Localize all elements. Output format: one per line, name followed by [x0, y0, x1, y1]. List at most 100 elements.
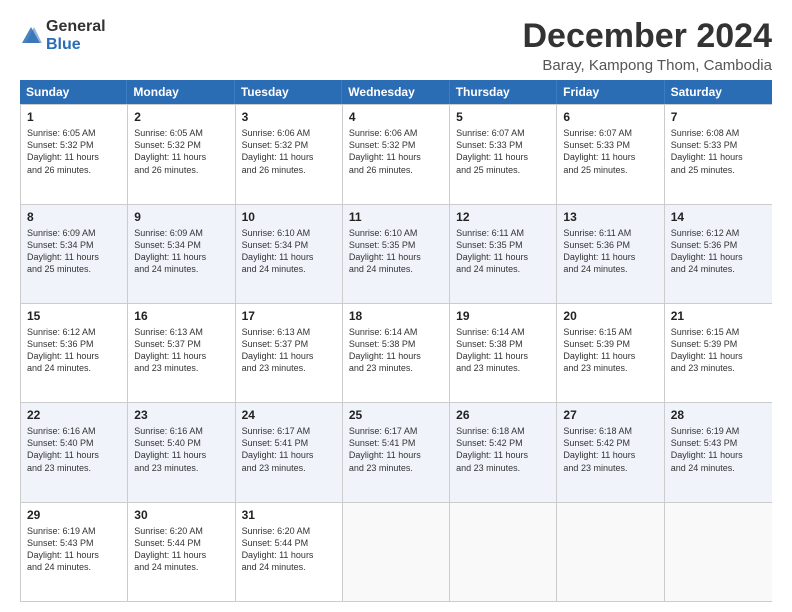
- day-number: 6: [563, 109, 657, 126]
- cal-week-5: 29Sunrise: 6:19 AMSunset: 5:43 PMDayligh…: [21, 502, 772, 601]
- cal-cell-day-28: 28Sunrise: 6:19 AMSunset: 5:43 PMDayligh…: [665, 403, 772, 501]
- cell-info: Sunrise: 6:06 AMSunset: 5:32 PMDaylight:…: [349, 127, 443, 176]
- day-number: 30: [134, 507, 228, 524]
- cell-info: Sunrise: 6:19 AMSunset: 5:43 PMDaylight:…: [671, 425, 766, 474]
- day-number: 17: [242, 308, 336, 325]
- day-number: 14: [671, 209, 766, 226]
- cal-cell-day-27: 27Sunrise: 6:18 AMSunset: 5:42 PMDayligh…: [557, 403, 664, 501]
- cell-info: Sunrise: 6:16 AMSunset: 5:40 PMDaylight:…: [134, 425, 228, 474]
- cal-cell-day-3: 3Sunrise: 6:06 AMSunset: 5:32 PMDaylight…: [236, 105, 343, 203]
- cal-cell-day-17: 17Sunrise: 6:13 AMSunset: 5:37 PMDayligh…: [236, 304, 343, 402]
- cal-cell-day-7: 7Sunrise: 6:08 AMSunset: 5:33 PMDaylight…: [665, 105, 772, 203]
- calendar-header: Sunday Monday Tuesday Wednesday Thursday…: [20, 80, 772, 104]
- cell-info: Sunrise: 6:06 AMSunset: 5:32 PMDaylight:…: [242, 127, 336, 176]
- header-monday: Monday: [127, 80, 234, 104]
- cell-info: Sunrise: 6:10 AMSunset: 5:34 PMDaylight:…: [242, 227, 336, 276]
- cell-info: Sunrise: 6:05 AMSunset: 5:32 PMDaylight:…: [134, 127, 228, 176]
- cal-cell-day-31: 31Sunrise: 6:20 AMSunset: 5:44 PMDayligh…: [236, 503, 343, 601]
- day-number: 2: [134, 109, 228, 126]
- cell-info: Sunrise: 6:11 AMSunset: 5:36 PMDaylight:…: [563, 227, 657, 276]
- cal-week-2: 8Sunrise: 6:09 AMSunset: 5:34 PMDaylight…: [21, 204, 772, 303]
- day-number: 27: [563, 407, 657, 424]
- page: General Blue December 2024 Baray, Kampon…: [0, 0, 792, 612]
- day-number: 20: [563, 308, 657, 325]
- cal-cell-day-14: 14Sunrise: 6:12 AMSunset: 5:36 PMDayligh…: [665, 205, 772, 303]
- day-number: 15: [27, 308, 121, 325]
- day-number: 1: [27, 109, 121, 126]
- cell-info: Sunrise: 6:18 AMSunset: 5:42 PMDaylight:…: [456, 425, 550, 474]
- day-number: 19: [456, 308, 550, 325]
- cal-cell-day-24: 24Sunrise: 6:17 AMSunset: 5:41 PMDayligh…: [236, 403, 343, 501]
- cal-week-4: 22Sunrise: 6:16 AMSunset: 5:40 PMDayligh…: [21, 402, 772, 501]
- cell-info: Sunrise: 6:14 AMSunset: 5:38 PMDaylight:…: [456, 326, 550, 375]
- day-number: 7: [671, 109, 766, 126]
- title-area: December 2024 Baray, Kampong Thom, Cambo…: [522, 18, 772, 74]
- cell-info: Sunrise: 6:19 AMSunset: 5:43 PMDaylight:…: [27, 525, 121, 574]
- logo: General Blue: [20, 18, 106, 53]
- cell-info: Sunrise: 6:09 AMSunset: 5:34 PMDaylight:…: [27, 227, 121, 276]
- day-number: 10: [242, 209, 336, 226]
- cell-info: Sunrise: 6:16 AMSunset: 5:40 PMDaylight:…: [27, 425, 121, 474]
- cell-info: Sunrise: 6:10 AMSunset: 5:35 PMDaylight:…: [349, 227, 443, 276]
- logo-icon: [20, 25, 42, 47]
- cal-cell-day-16: 16Sunrise: 6:13 AMSunset: 5:37 PMDayligh…: [128, 304, 235, 402]
- header-saturday: Saturday: [665, 80, 772, 104]
- day-number: 9: [134, 209, 228, 226]
- cell-info: Sunrise: 6:17 AMSunset: 5:41 PMDaylight:…: [242, 425, 336, 474]
- cal-cell-day-25: 25Sunrise: 6:17 AMSunset: 5:41 PMDayligh…: [343, 403, 450, 501]
- cal-cell-day-15: 15Sunrise: 6:12 AMSunset: 5:36 PMDayligh…: [21, 304, 128, 402]
- cal-cell-day-10: 10Sunrise: 6:10 AMSunset: 5:34 PMDayligh…: [236, 205, 343, 303]
- cal-cell-day-5: 5Sunrise: 6:07 AMSunset: 5:33 PMDaylight…: [450, 105, 557, 203]
- header: General Blue December 2024 Baray, Kampon…: [20, 18, 772, 74]
- day-number: 4: [349, 109, 443, 126]
- day-number: 24: [242, 407, 336, 424]
- day-number: 23: [134, 407, 228, 424]
- cal-cell-empty: [557, 503, 664, 601]
- day-number: 3: [242, 109, 336, 126]
- day-number: 22: [27, 407, 121, 424]
- month-title: December 2024: [522, 18, 772, 55]
- day-number: 26: [456, 407, 550, 424]
- cell-info: Sunrise: 6:15 AMSunset: 5:39 PMDaylight:…: [671, 326, 766, 375]
- cal-cell-day-9: 9Sunrise: 6:09 AMSunset: 5:34 PMDaylight…: [128, 205, 235, 303]
- cal-cell-day-1: 1Sunrise: 6:05 AMSunset: 5:32 PMDaylight…: [21, 105, 128, 203]
- header-wednesday: Wednesday: [342, 80, 449, 104]
- day-number: 8: [27, 209, 121, 226]
- cell-info: Sunrise: 6:12 AMSunset: 5:36 PMDaylight:…: [27, 326, 121, 375]
- cal-week-1: 1 Sunrise: 6:05 AMSunset: 5:32 PMDaylight…: [21, 104, 772, 203]
- day-number: 11: [349, 209, 443, 226]
- day-number: 18: [349, 308, 443, 325]
- cal-cell-day-11: 11Sunrise: 6:10 AMSunset: 5:35 PMDayligh…: [343, 205, 450, 303]
- day-number: 16: [134, 308, 228, 325]
- cal-cell-day-12: 12Sunrise: 6:11 AMSunset: 5:35 PMDayligh…: [450, 205, 557, 303]
- cal-cell-day-29: 29Sunrise: 6:19 AMSunset: 5:43 PMDayligh…: [21, 503, 128, 601]
- cell-info: Sunrise: 6:07 AMSunset: 5:33 PMDaylight:…: [563, 127, 657, 176]
- cal-cell-day-8: 8Sunrise: 6:09 AMSunset: 5:34 PMDaylight…: [21, 205, 128, 303]
- header-sunday: Sunday: [20, 80, 127, 104]
- cell-info: Sunrise: 6:09 AMSunset: 5:34 PMDaylight:…: [134, 227, 228, 276]
- header-thursday: Thursday: [450, 80, 557, 104]
- cal-cell-empty: [343, 503, 450, 601]
- cell-info: Sunrise: 6:11 AMSunset: 5:35 PMDaylight:…: [456, 227, 550, 276]
- cell-info: Sunrise: 6:07 AMSunset: 5:33 PMDaylight:…: [456, 127, 550, 176]
- calendar-body: 1 Sunrise: 6:05 AMSunset: 5:32 PMDaylight…: [20, 104, 772, 602]
- cell-info: Sunrise: 6:15 AMSunset: 5:39 PMDaylight:…: [563, 326, 657, 375]
- cal-cell-day-13: 13Sunrise: 6:11 AMSunset: 5:36 PMDayligh…: [557, 205, 664, 303]
- cell-info: Sunrise: 6:14 AMSunset: 5:38 PMDaylight:…: [349, 326, 443, 375]
- day-number: 31: [242, 507, 336, 524]
- cal-cell-day-4: 4Sunrise: 6:06 AMSunset: 5:32 PMDaylight…: [343, 105, 450, 203]
- cal-cell-day-19: 19Sunrise: 6:14 AMSunset: 5:38 PMDayligh…: [450, 304, 557, 402]
- day-number: 28: [671, 407, 766, 424]
- cal-week-3: 15Sunrise: 6:12 AMSunset: 5:36 PMDayligh…: [21, 303, 772, 402]
- cal-cell-day-18: 18Sunrise: 6:14 AMSunset: 5:38 PMDayligh…: [343, 304, 450, 402]
- cal-cell-empty: [450, 503, 557, 601]
- cal-cell-day-21: 21Sunrise: 6:15 AMSunset: 5:39 PMDayligh…: [665, 304, 772, 402]
- cal-cell-day-6: 6Sunrise: 6:07 AMSunset: 5:33 PMDaylight…: [557, 105, 664, 203]
- day-number: 5: [456, 109, 550, 126]
- header-friday: Friday: [557, 80, 664, 104]
- cell-info: Sunrise: 6:12 AMSunset: 5:36 PMDaylight:…: [671, 227, 766, 276]
- cal-cell-day-23: 23Sunrise: 6:16 AMSunset: 5:40 PMDayligh…: [128, 403, 235, 501]
- cell-info: Sunrise: 6:13 AMSunset: 5:37 PMDaylight:…: [134, 326, 228, 375]
- cell-info: Sunrise: 6:20 AMSunset: 5:44 PMDaylight:…: [242, 525, 336, 574]
- header-tuesday: Tuesday: [235, 80, 342, 104]
